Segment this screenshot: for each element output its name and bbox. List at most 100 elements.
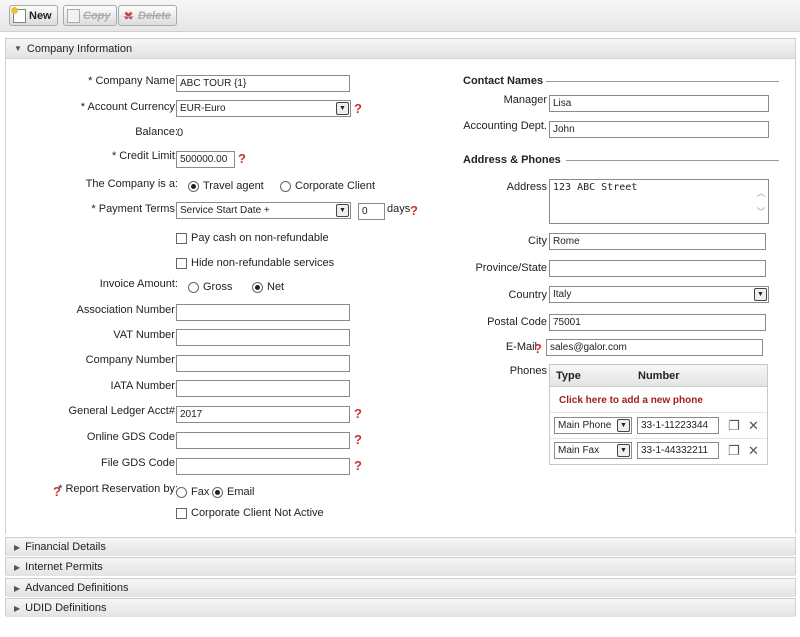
dropdown-arrow-icon: ▼ <box>617 419 630 432</box>
scroll-up-icon: ︿ <box>756 189 766 199</box>
address-textarea[interactable]: 123 ABC Street ︿ ﹀ <box>549 179 769 224</box>
corporate-client-radio[interactable]: Corporate Client <box>280 180 375 192</box>
help-icon[interactable]: ? <box>354 459 362 472</box>
file-gds-input[interactable] <box>176 458 350 475</box>
net-radio[interactable]: Net <box>252 281 284 293</box>
payment-terms-label: * Payment Terms: <box>91 203 178 215</box>
help-icon[interactable]: ? <box>354 407 362 420</box>
checkbox-unchecked-icon <box>176 257 187 269</box>
delete-icon[interactable]: ✕ <box>748 418 759 434</box>
association-number-label: Association Number: <box>76 304 179 316</box>
report-reservation-label: * Report Reservation by: <box>58 483 178 495</box>
help-icon[interactable]: ? <box>238 152 246 165</box>
advanced-definitions-panel[interactable]: ▶ Advanced Definitions <box>5 578 796 597</box>
address-scrollbar[interactable]: ︿ ﹀ <box>754 180 768 223</box>
panel-title: Company Information <box>26 42 133 55</box>
gl-acct-input[interactable]: 2017 <box>176 406 350 423</box>
table-row: Main Fax ▼ 33-1-44332211 ❐ ✕ <box>550 439 767 464</box>
gross-radio[interactable]: Gross <box>188 281 232 293</box>
travel-agent-radio[interactable]: Travel agent <box>188 180 264 192</box>
udid-definitions-header[interactable]: ▶ UDID Definitions <box>6 599 795 617</box>
credit-limit-label: * Credit Limit: <box>111 150 178 162</box>
iata-number-label: IATA Number: <box>110 380 178 392</box>
postal-code-input[interactable]: 75001 <box>549 314 766 331</box>
association-number-input[interactable] <box>176 304 350 321</box>
udid-definitions-panel[interactable]: ▶ UDID Definitions <box>5 598 796 617</box>
pay-cash-checkbox[interactable]: Pay cash on non-refundable <box>176 232 329 244</box>
dropdown-arrow-icon: ▼ <box>336 204 349 217</box>
financial-details-header[interactable]: ▶ Financial Details <box>6 538 795 556</box>
table-row: Main Phone ▼ 33-1-11223344 ❐ ✕ <box>550 413 767 439</box>
section-divider <box>566 160 779 161</box>
accounting-dept-input[interactable]: John <box>549 121 769 138</box>
number-column-header: Number <box>638 370 680 382</box>
copy-button[interactable]: Copy <box>63 5 117 26</box>
advanced-definitions-header[interactable]: ▶ Advanced Definitions <box>6 579 795 597</box>
accounting-dept-label: Accounting Dept. <box>463 120 547 132</box>
internet-permits-header[interactable]: ▶ Internet Permits <box>6 558 795 576</box>
new-button[interactable]: New <box>9 5 58 26</box>
online-gds-label: Online GDS Code: <box>86 431 178 443</box>
city-input[interactable]: Rome <box>549 233 766 250</box>
radio-unselected-icon <box>188 281 199 293</box>
company-name-input[interactable]: ABC TOUR {1} <box>176 75 350 92</box>
online-gds-input[interactable] <box>176 432 350 449</box>
internet-permits-panel[interactable]: ▶ Internet Permits <box>5 557 796 576</box>
delete-icon: ✖ <box>123 8 134 23</box>
radio-selected-icon <box>252 281 263 293</box>
checkbox-unchecked-icon <box>176 232 187 244</box>
phone-type-select[interactable]: Main Fax ▼ <box>554 442 632 459</box>
copy-icon[interactable]: ❐ <box>728 418 740 434</box>
copy-button-label: Copy <box>83 9 111 22</box>
credit-limit-input[interactable]: 500000.00 <box>176 151 235 168</box>
corporate-not-active-checkbox[interactable]: Corporate Client Not Active <box>176 507 324 519</box>
country-select[interactable]: Italy ▼ <box>549 286 769 303</box>
radio-unselected-icon <box>176 486 187 498</box>
checkbox-unchecked-icon <box>176 507 187 519</box>
section-divider <box>546 81 779 82</box>
company-number-input[interactable] <box>176 355 350 372</box>
phones-table-header: Type Number <box>550 365 767 387</box>
payment-terms-select[interactable]: Service Start Date + ▼ <box>176 202 351 219</box>
help-icon[interactable]: ? <box>354 102 362 115</box>
radio-selected-icon <box>188 180 199 192</box>
new-document-icon <box>11 6 26 23</box>
manager-input[interactable]: Lisa <box>549 95 769 112</box>
collapsed-triangle-icon: ▶ <box>14 562 21 572</box>
payment-days-input[interactable]: 0 <box>358 203 385 220</box>
help-icon[interactable]: ? <box>354 433 362 446</box>
delete-icon[interactable]: ✕ <box>748 443 759 459</box>
radio-selected-icon <box>212 486 223 498</box>
scroll-down-icon: ﹀ <box>756 208 766 218</box>
help-icon[interactable]: ? <box>534 342 542 355</box>
new-button-label: New <box>29 9 52 22</box>
vat-number-input[interactable] <box>176 329 350 346</box>
province-input[interactable] <box>549 260 766 277</box>
type-column-header: Type <box>556 370 581 382</box>
dropdown-arrow-icon: ▼ <box>617 444 630 457</box>
phone-type-select[interactable]: Main Phone ▼ <box>554 417 632 434</box>
province-label: Province/State <box>475 262 547 274</box>
toolbar: New Copy ✖ Delete <box>0 0 800 32</box>
phone-number-input[interactable]: 33-1-11223344 <box>637 417 719 434</box>
account-currency-label: * Account Currency: <box>80 101 178 113</box>
add-phone-link[interactable]: Click here to add a new phone <box>559 395 703 406</box>
email-label: E-Mail <box>505 341 537 353</box>
company-information-header[interactable]: ▼ Company Information <box>6 39 795 59</box>
company-information-body: * Company Name: ABC TOUR {1} * Account C… <box>6 59 795 534</box>
account-currency-select[interactable]: EUR-Euro ▼ <box>176 100 351 117</box>
postal-code-label: Postal Code <box>487 316 547 328</box>
expanded-triangle-icon: ▼ <box>14 44 22 53</box>
email-radio[interactable]: Email <box>212 486 255 498</box>
phone-number-input[interactable]: 33-1-44332211 <box>637 442 719 459</box>
iata-number-input[interactable] <box>176 380 350 397</box>
add-phone-row: Click here to add a new phone <box>550 387 767 413</box>
help-icon[interactable]: ? <box>410 204 418 217</box>
fax-radio[interactable]: Fax <box>176 486 209 498</box>
email-input[interactable]: sales@galor.com <box>546 339 763 356</box>
country-value: Italy <box>553 289 572 300</box>
financial-details-panel[interactable]: ▶ Financial Details <box>5 537 796 556</box>
hide-nonrefundable-checkbox[interactable]: Hide non-refundable services <box>176 257 334 269</box>
copy-icon[interactable]: ❐ <box>728 443 740 459</box>
delete-button[interactable]: ✖ Delete <box>118 5 178 26</box>
